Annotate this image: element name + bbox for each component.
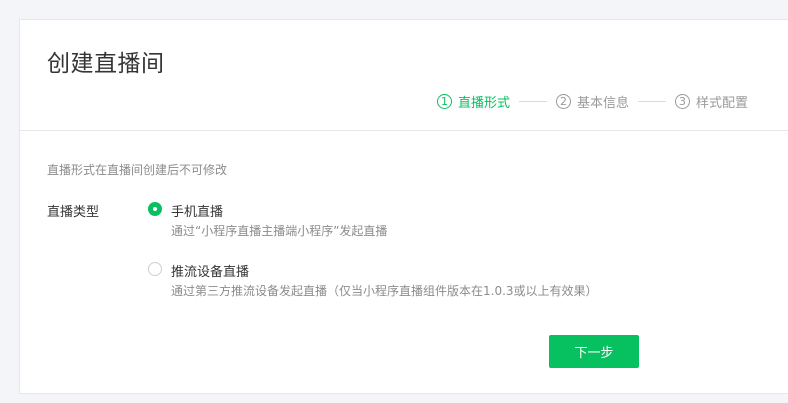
format-notice: 直播形式在直播间创建后不可修改 xyxy=(47,163,228,177)
create-live-room-card: 创建直播间 1 直播形式 2 基本信息 3 样式配置 直播形式在直播间创建后不可… xyxy=(19,19,788,394)
option-mobile-live-title: 手机直播 xyxy=(171,205,224,220)
card-header: 创建直播间 1 直播形式 2 基本信息 3 样式配置 xyxy=(20,20,788,131)
next-step-button[interactable]: 下一步 xyxy=(549,335,639,368)
option-stream-device-title: 推流设备直播 xyxy=(171,265,250,280)
option-stream-device-desc: 通过第三方推流设备发起直播（仅当小程序直播组件版本在1.0.3或以上有效果） xyxy=(171,284,598,298)
radio-stream-device-live[interactable] xyxy=(148,262,162,276)
step-live-format: 1 直播形式 xyxy=(436,92,510,111)
step-number-1: 1 xyxy=(436,94,452,109)
page-title: 创建直播间 xyxy=(47,51,165,77)
step-divider xyxy=(518,101,547,102)
step-number-3: 3 xyxy=(674,94,690,109)
option-mobile-live-desc: 通过“小程序直播主播端小程序”发起直播 xyxy=(171,224,388,238)
step-indicator: 1 直播形式 2 基本信息 3 样式配置 xyxy=(436,92,748,111)
step-style-config: 3 样式配置 xyxy=(674,92,748,111)
step-number-2: 2 xyxy=(555,94,571,109)
step-label-2: 基本信息 xyxy=(576,96,629,111)
step-basic-info: 2 基本信息 xyxy=(555,92,629,111)
live-type-label: 直播类型 xyxy=(47,205,100,220)
step-divider xyxy=(637,101,666,102)
step-label-3: 样式配置 xyxy=(695,96,748,111)
step-label-1: 直播形式 xyxy=(457,96,510,111)
radio-mobile-live[interactable] xyxy=(148,202,162,216)
